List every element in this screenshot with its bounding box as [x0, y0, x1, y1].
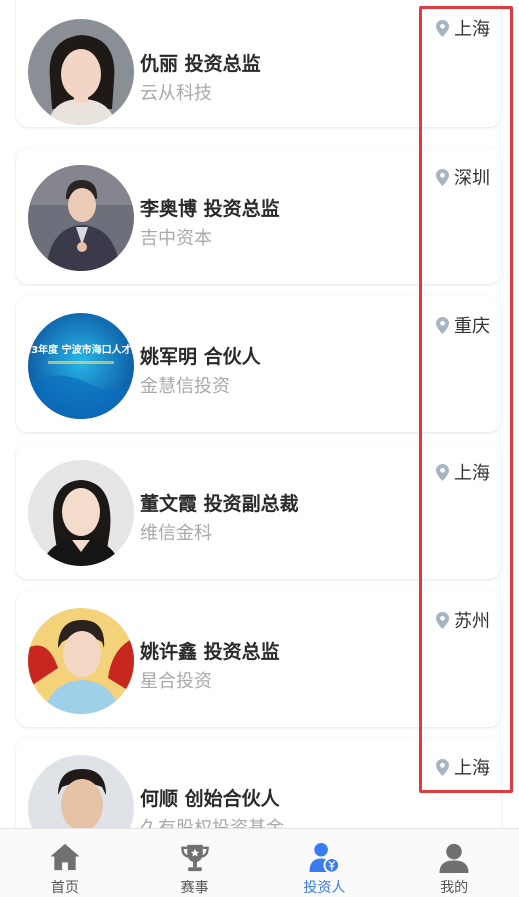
location-tag: 上海: [436, 15, 490, 41]
location-tag: 重庆: [436, 312, 490, 338]
investor-company: 维信金科: [140, 523, 212, 544]
avatar: [28, 608, 134, 714]
tab-investors[interactable]: 投资人: [260, 829, 390, 897]
tab-label: 首页: [50, 880, 79, 896]
investor-card[interactable]: 董文霞 投资副总裁 维信金科 上海: [16, 443, 501, 579]
location-tag: 深圳: [436, 164, 490, 190]
investor-company: 吉中资本: [140, 228, 212, 249]
avatar: [28, 19, 134, 125]
location-tag: 上海: [436, 754, 490, 780]
location-pin-icon: [436, 168, 449, 186]
investor-name-title: 董文霞 投资副总裁: [140, 493, 299, 515]
avatar: [28, 460, 134, 566]
investor-card[interactable]: 何顺 创始合伙人 久有股权投资基金 上海: [16, 738, 501, 828]
investor-company: 星合投资: [140, 671, 212, 692]
investor-company: 久有股权投资基金: [140, 814, 284, 828]
tab-label: 投资人: [303, 880, 346, 896]
trophy-icon: [180, 844, 209, 872]
investor-icon: [309, 842, 341, 874]
location-tag: 上海: [436, 459, 490, 485]
tab-mine[interactable]: 我的: [389, 829, 519, 897]
investor-list[interactable]: 仇丽 投资总监 云从科技 上海 李奥博 投资总监 吉中资本 深圳 3年度 宁波市…: [0, 0, 519, 828]
avatar-banner-line1: 2023年度 宁波市海口人才工程: [28, 343, 134, 356]
location-city: 重庆: [454, 316, 490, 337]
investor-company: 云从科技: [140, 83, 212, 104]
investor-card[interactable]: 姚许鑫 投资总监 星合投资 苏州: [16, 591, 501, 727]
location-city: 深圳: [454, 168, 490, 189]
location-city: 上海: [454, 463, 490, 484]
investor-name-title: 李奥博 投资总监: [140, 198, 280, 220]
location-city: 上海: [454, 19, 490, 40]
investor-name-title: 仇丽 投资总监: [140, 53, 261, 75]
investor-card[interactable]: 李奥博 投资总监 吉中资本 深圳: [16, 148, 501, 284]
location-pin-icon: [436, 316, 449, 334]
tab-label: 赛事: [180, 880, 209, 896]
location-city: 苏州: [454, 611, 490, 632]
avatar: 2023年度 宁波市海口人才工程: [28, 313, 134, 419]
investor-name-title: 姚军明 合伙人: [140, 346, 261, 368]
location-city: 上海: [454, 758, 490, 779]
tab-home[interactable]: 首页: [0, 829, 130, 897]
location-tag: 苏州: [436, 607, 490, 633]
avatar: [28, 165, 134, 271]
location-pin-icon: [436, 611, 449, 629]
investor-card[interactable]: 仇丽 投资总监 云从科技 上海: [16, 0, 501, 127]
home-icon: [50, 843, 80, 871]
user-icon: [439, 843, 469, 874]
avatar: [28, 755, 134, 828]
tab-label: 我的: [440, 880, 469, 896]
location-pin-icon: [436, 758, 449, 776]
investor-company: 金慧信投资: [140, 376, 230, 397]
tab-events[interactable]: 赛事: [130, 829, 260, 897]
investor-name-title: 姚许鑫 投资总监: [140, 641, 280, 663]
location-pin-icon: [436, 463, 449, 481]
bottom-tab-bar: 首页 赛事 投资人 我的: [0, 828, 519, 897]
investor-card[interactable]: 2023年度 宁波市海口人才工程 姚军明 合伙人 金慧信投资 重庆: [16, 296, 501, 432]
investor-name-title: 何顺 创始合伙人: [140, 788, 280, 810]
location-pin-icon: [436, 19, 449, 37]
